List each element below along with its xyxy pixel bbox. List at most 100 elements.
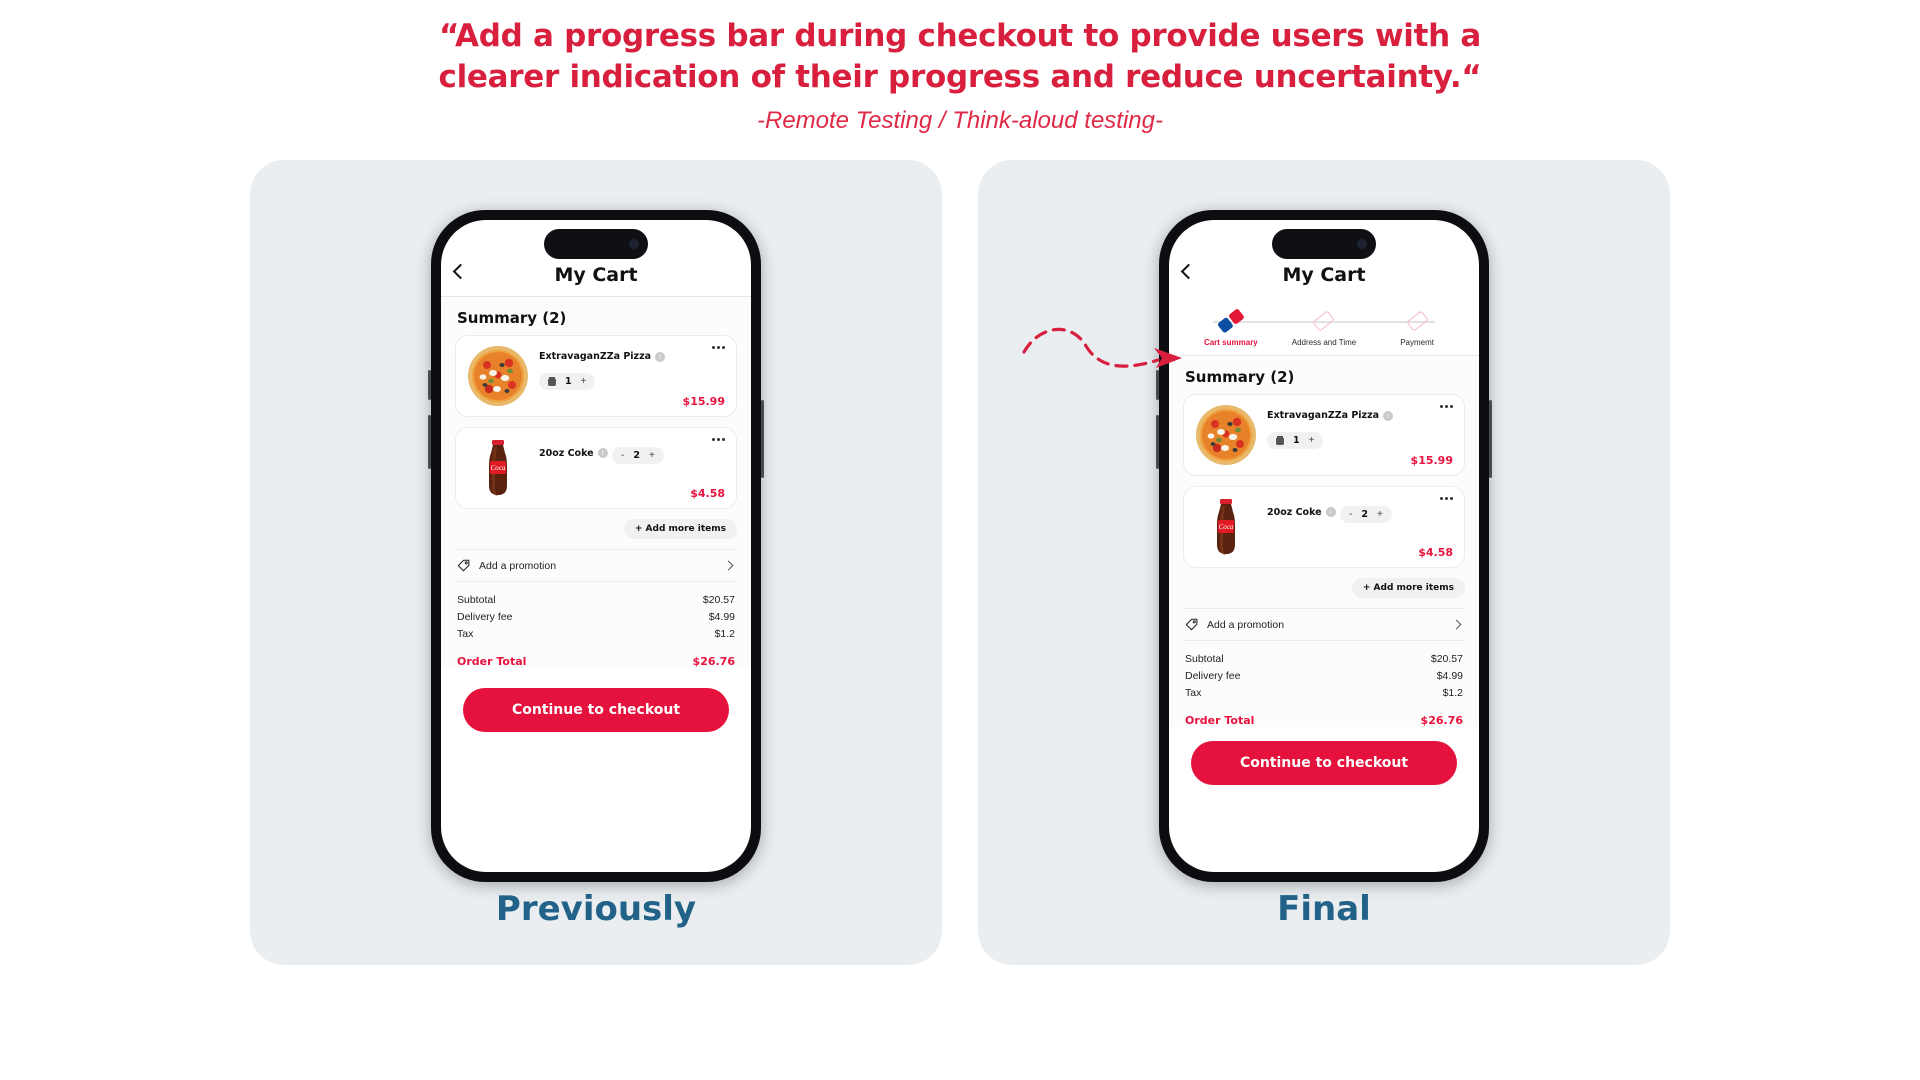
increment-button[interactable]: +	[649, 450, 655, 461]
continue-to-checkout-button[interactable]: Continue to checkout	[463, 688, 729, 732]
item-price: $4.58	[1418, 546, 1453, 559]
total-label: Tax	[457, 627, 474, 640]
order-total-value: $26.76	[1420, 714, 1463, 727]
trash-icon[interactable]	[1276, 436, 1284, 445]
phone-final: My Cart Cart summary Address and Time Pa…	[1156, 210, 1492, 882]
info-icon[interactable]: i	[1325, 507, 1336, 518]
stepper-step-address-and-time[interactable]: Address and Time	[1278, 306, 1370, 347]
add-more-row: + Add more items	[455, 519, 737, 549]
total-label: Subtotal	[457, 593, 496, 606]
chevron-left-icon[interactable]	[452, 263, 471, 282]
checkout-progress-stepper: Cart summary Address and Time Paymemt	[1169, 296, 1479, 355]
order-total-label: Order Total	[1185, 714, 1255, 727]
cart-item-pizza: ExtravaganZZa Pizza i 1 + $15.99	[455, 335, 737, 417]
chevron-left-icon[interactable]	[1180, 263, 1199, 282]
quote-source: -Remote Testing / Think-aloud testing-	[757, 107, 1163, 134]
order-total-value: $26.76	[692, 655, 735, 668]
pizza-image	[1195, 404, 1257, 466]
add-promotion-row[interactable]: Add a promotion	[455, 549, 737, 582]
panels-container: My Cart Summary (2) ExtravaganZZa Pizza …	[0, 160, 1920, 965]
power-button[interactable]	[1489, 400, 1492, 478]
total-row: Subtotal $20.57	[457, 591, 735, 608]
cart-body: Summary (2) ExtravaganZZa Pizza i 1 + $1…	[1169, 356, 1479, 727]
increment-button[interactable]: +	[1309, 435, 1315, 446]
dynamic-island	[1272, 229, 1376, 259]
total-row: Tax $1.2	[457, 625, 735, 642]
total-value: $4.99	[1436, 669, 1463, 682]
quantity-value: 1	[565, 376, 572, 387]
quantity-value: 2	[1361, 509, 1369, 520]
more-options-icon[interactable]	[1439, 405, 1453, 408]
quantity-stepper-coke[interactable]: - 2 +	[612, 447, 664, 464]
total-value: $20.57	[702, 593, 735, 606]
item-name: 20oz Coke	[539, 447, 594, 459]
info-icon[interactable]: i	[1383, 410, 1394, 421]
cart-body: Summary (2) ExtravaganZZa Pizza i 1 + $1…	[441, 297, 751, 668]
stepper-step-payment[interactable]: Paymemt	[1371, 306, 1463, 347]
panel-caption-final: Final	[1277, 889, 1371, 929]
increment-button[interactable]: +	[1377, 509, 1383, 520]
order-total-label: Order Total	[457, 655, 527, 668]
coke-bottle-image: Coca	[467, 437, 529, 499]
domino-outline-icon	[1312, 306, 1336, 336]
svg-text:Coca: Coca	[491, 464, 506, 472]
cart-item-coke: Coca 20oz Coke i - 2 + $4.58	[1183, 486, 1465, 568]
increment-button[interactable]: +	[581, 376, 587, 387]
more-options-icon[interactable]	[711, 438, 725, 441]
add-more-items-button[interactable]: + Add more items	[1351, 578, 1465, 598]
panel-final: My Cart Cart summary Address and Time Pa…	[978, 160, 1670, 965]
checkout-wrap: Continue to checkout	[441, 668, 751, 732]
tag-icon	[1185, 618, 1198, 631]
header: “Add a progress bar during checkout to p…	[0, 16, 1920, 135]
front-camera-icon	[1357, 239, 1367, 249]
promotion-label: Add a promotion	[1207, 618, 1285, 631]
panel-previously: My Cart Summary (2) ExtravaganZZa Pizza …	[250, 160, 942, 965]
domino-outline-icon	[1405, 306, 1429, 336]
summary-heading: Summary (2)	[1185, 368, 1295, 386]
cart-item-coke: Coca 20oz Coke i - 2 + $4.58	[455, 427, 737, 509]
item-name: ExtravaganZZa Pizza	[1267, 410, 1380, 422]
power-button[interactable]	[761, 400, 764, 478]
dynamic-island	[544, 229, 648, 259]
order-total-row: Order Total $26.76	[457, 642, 735, 668]
stepper-step-label: Address and Time	[1291, 338, 1357, 347]
info-icon[interactable]: i	[655, 351, 666, 362]
more-options-icon[interactable]	[1439, 497, 1453, 500]
info-icon[interactable]: i	[597, 448, 608, 459]
item-price: $15.99	[1410, 454, 1453, 467]
stepper-step-label: Cart summary	[1203, 338, 1258, 347]
continue-to-checkout-button[interactable]: Continue to checkout	[1191, 741, 1457, 785]
quantity-stepper-coke[interactable]: - 2 +	[1340, 506, 1392, 523]
decrement-button[interactable]: -	[621, 450, 624, 461]
item-name: 20oz Coke	[1267, 506, 1322, 518]
quantity-value: 2	[633, 450, 641, 461]
total-label: Delivery fee	[1185, 669, 1241, 682]
phone-screen-previously: My Cart Summary (2) ExtravaganZZa Pizza …	[441, 220, 751, 872]
stepper-step-cart-summary[interactable]: Cart summary	[1185, 306, 1277, 347]
trash-icon[interactable]	[548, 377, 556, 386]
item-name: ExtravaganZZa Pizza	[539, 351, 652, 363]
item-price: $15.99	[682, 395, 725, 408]
total-row: Subtotal $20.57	[1185, 650, 1463, 667]
order-total-row: Order Total $26.76	[1185, 701, 1463, 727]
coke-bottle-image: Coca	[1195, 496, 1257, 558]
chevron-right-icon	[723, 560, 734, 571]
more-options-icon[interactable]	[711, 346, 725, 349]
promotion-label: Add a promotion	[479, 559, 557, 572]
svg-text:Coca: Coca	[1219, 523, 1234, 531]
add-promotion-row[interactable]: Add a promotion	[1183, 608, 1465, 641]
total-label: Tax	[1185, 686, 1202, 699]
decrement-button[interactable]: -	[1349, 509, 1352, 520]
quantity-stepper-pizza[interactable]: 1 +	[1267, 432, 1324, 449]
tag-icon	[457, 559, 470, 572]
domino-logo-icon	[1217, 306, 1245, 336]
page-title: My Cart	[1282, 264, 1366, 286]
total-label: Delivery fee	[457, 610, 513, 623]
quantity-value: 1	[1293, 435, 1300, 446]
totals-section: Subtotal $20.57 Delivery fee $4.99 Tax $…	[455, 582, 737, 669]
add-more-items-button[interactable]: + Add more items	[623, 519, 737, 539]
quantity-stepper-pizza[interactable]: 1 +	[539, 373, 596, 390]
total-value: $20.57	[1430, 652, 1463, 665]
quote-line-1: “Add a progress bar during checkout to p…	[438, 18, 1482, 54]
total-value: $4.99	[708, 610, 735, 623]
